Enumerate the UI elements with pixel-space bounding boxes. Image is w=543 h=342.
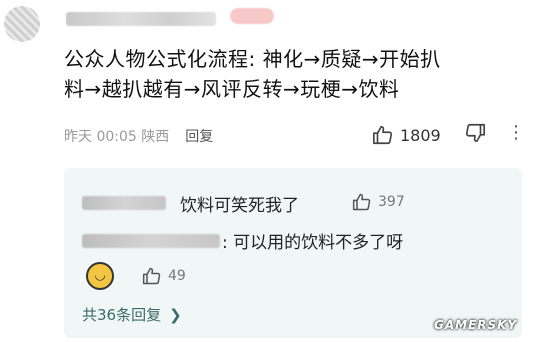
like-button[interactable]: 1809: [372, 120, 441, 150]
dislike-button[interactable]: [464, 122, 486, 148]
username-blurred[interactable]: [66, 12, 216, 26]
watermark: GAMERSKY: [434, 318, 518, 332]
emoji-face-icon: ◡: [86, 262, 114, 290]
view-all-replies-link[interactable]: 共36条回复 ❯: [82, 304, 182, 325]
reply-2-username-blurred[interactable]: [82, 234, 220, 248]
thumbs-up-icon: [142, 267, 161, 285]
chevron-right-icon: ❯: [169, 305, 182, 324]
like-count: 1809: [400, 125, 441, 145]
reply-2-text: : 可以用的饮料不多了呀: [222, 233, 404, 253]
more-options-icon[interactable]: ⋮: [507, 122, 525, 143]
thumbs-up-icon: [373, 125, 393, 145]
reply-3-like-count: 49: [168, 268, 186, 284]
reply-1-like-button[interactable]: 397: [352, 192, 405, 212]
total-replies-label: 共36条回复: [82, 306, 162, 324]
thumbs-down-icon: [465, 123, 485, 143]
comment-meta: 昨天 00:05 陕西 回复: [64, 124, 213, 148]
replies-section: 饮料可笑死我了 397 : 可以用的饮料不多了呀 ◡ 49 共36条回复 ❯: [64, 168, 522, 338]
comment-time-location: 昨天 00:05 陕西: [64, 129, 170, 145]
reply-1-username-blurred[interactable]: [82, 196, 166, 210]
user-avatar[interactable]: [4, 6, 40, 42]
reply-1-text: 饮料可笑死我了: [180, 196, 299, 216]
comment-text: 公众人物公式化流程: 神化→质疑→开始扒 料→越扒越有→风评反转→玩梗→饮料: [64, 47, 441, 101]
reply-1-like-count: 397: [378, 194, 405, 210]
reply-button[interactable]: 回复: [185, 126, 213, 146]
thumbs-up-icon: [352, 193, 371, 211]
user-badge-blurred: [230, 8, 274, 24]
reply-3-like-button[interactable]: 49: [142, 266, 186, 286]
